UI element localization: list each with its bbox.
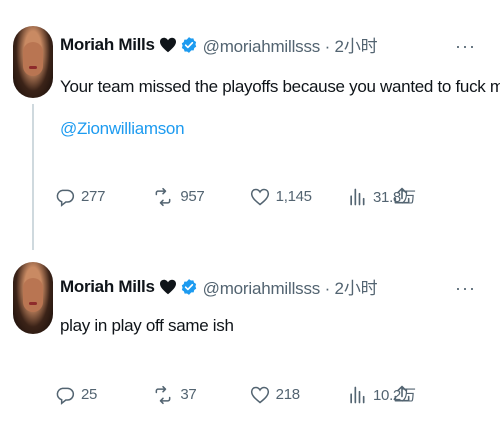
- reply-bubble-icon: [56, 387, 75, 405]
- tweet-body: Your team missed the playoffs because yo…: [60, 77, 500, 96]
- like-count: 1,145: [275, 188, 312, 205]
- tweet-body: play in play off same ish: [60, 316, 234, 335]
- handle-and-time[interactable]: @moriahmillsss · 2小时: [203, 274, 378, 299]
- verified-badge-icon: [180, 36, 198, 54]
- reply-count: 25: [81, 386, 98, 403]
- display-name[interactable]: Moriah Mills: [60, 35, 155, 55]
- retweet-icon: [155, 187, 171, 206]
- views-button[interactable]: 31.8万: [347, 186, 425, 207]
- tweet-header: Moriah Mills @moriahmillsss · 2小时: [60, 274, 378, 299]
- share-button[interactable]: [392, 384, 412, 409]
- retweet-icon: [155, 385, 171, 404]
- like-count: 218: [275, 386, 300, 403]
- reply-button[interactable]: 277: [55, 187, 133, 207]
- retweet-button[interactable]: 957: [152, 187, 230, 207]
- tweet-actions: 25 37 218 10.2万: [55, 384, 425, 405]
- like-button[interactable]: 218: [250, 385, 328, 405]
- more-dots-icon[interactable]: ···: [455, 36, 476, 57]
- avatar[interactable]: [13, 262, 53, 334]
- tweet-header: Moriah Mills @moriahmillsss · 2小时: [60, 32, 378, 57]
- more-dots-icon[interactable]: ···: [455, 278, 476, 299]
- black-heart-emoji-icon: [159, 37, 177, 53]
- tweet-text: Your team missed the playoffs because yo…: [60, 75, 500, 141]
- retweet-button[interactable]: 37: [152, 385, 230, 405]
- share-upload-icon: [394, 385, 410, 402]
- tweet-1[interactable]: Moriah Mills @moriahmillsss · 2小时 ··· Yo…: [0, 0, 500, 250]
- reply-count: 277: [81, 188, 106, 205]
- verified-badge-icon: [180, 278, 198, 296]
- avatar[interactable]: [13, 26, 53, 98]
- handle-and-time[interactable]: @moriahmillsss · 2小时: [203, 32, 378, 57]
- views-bar-chart-icon: [350, 386, 365, 403]
- reply-bubble-icon: [56, 189, 75, 207]
- mention-link[interactable]: @Zionwilliamson: [60, 117, 500, 141]
- like-button[interactable]: 1,145: [250, 187, 328, 207]
- views-bar-chart-icon: [350, 188, 365, 205]
- share-upload-icon: [394, 187, 410, 204]
- heart-icon: [250, 386, 269, 403]
- views-button[interactable]: 10.2万: [347, 384, 425, 405]
- tweet-text: play in play off same ish: [60, 314, 234, 338]
- thread-connector-line: [32, 104, 34, 250]
- heart-icon: [250, 188, 269, 205]
- share-button[interactable]: [392, 186, 412, 211]
- reply-button[interactable]: 25: [55, 385, 133, 405]
- tweet-actions: 277 957 1,145 31.8万: [55, 186, 425, 207]
- retweet-count: 957: [180, 188, 205, 205]
- black-heart-emoji-icon: [159, 279, 177, 295]
- display-name[interactable]: Moriah Mills: [60, 277, 155, 297]
- tweet-2[interactable]: Moriah Mills @moriahmillsss · 2小时 ··· pl…: [0, 252, 500, 440]
- retweet-count: 37: [180, 386, 197, 403]
